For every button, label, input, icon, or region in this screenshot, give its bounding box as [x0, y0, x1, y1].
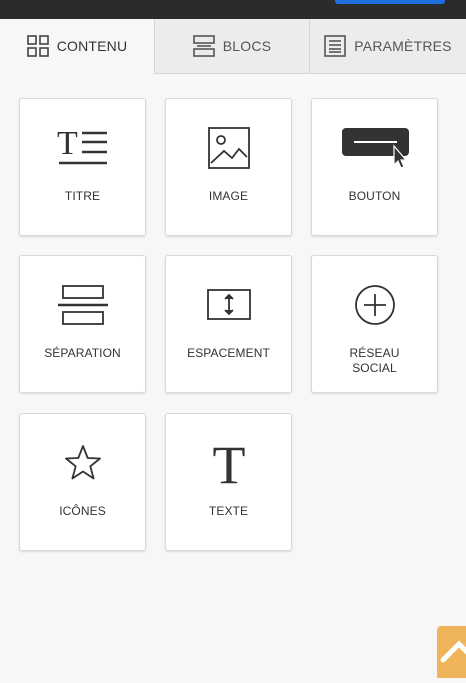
tile-label: RÉSEAU SOCIAL — [349, 346, 400, 375]
tile-espacement[interactable]: ESPACEMENT — [165, 255, 292, 393]
tile-icones[interactable]: ICÔNES — [19, 413, 146, 551]
text-icon: T — [166, 439, 291, 487]
svg-text:T: T — [57, 126, 78, 162]
top-action-button[interactable] — [335, 0, 445, 4]
button-icon — [312, 126, 437, 170]
tab-label: BLOCS — [222, 38, 272, 54]
tile-bouton[interactable]: BOUTON — [311, 98, 438, 236]
social-plus-icon — [312, 283, 437, 327]
tile-separation[interactable]: SÉPARATION — [19, 255, 146, 393]
tile-reseau-social[interactable]: RÉSEAU SOCIAL — [311, 255, 438, 393]
tab-label: PARAMÈTRES — [354, 38, 452, 54]
tile-image[interactable]: IMAGE — [165, 98, 292, 236]
tile-label: ICÔNES — [59, 504, 106, 518]
tab-blocs[interactable]: BLOCS — [155, 19, 310, 74]
tile-label: TITRE — [64, 189, 101, 203]
tile-titre[interactable]: T TITRE — [19, 98, 146, 236]
settings-doc-icon — [324, 35, 347, 57]
tile-label: IMAGE — [208, 189, 249, 203]
tab-contenu[interactable]: CONTENU — [0, 19, 155, 74]
divider-icon — [20, 283, 145, 327]
image-icon — [166, 126, 291, 170]
tab-label: CONTENU — [56, 38, 128, 54]
tile-label: BOUTON — [348, 189, 401, 203]
grid-icon — [26, 35, 49, 57]
tile-label: TEXTE — [208, 504, 249, 518]
chevron-up-icon — [437, 640, 466, 682]
tile-label: SÉPARATION — [44, 346, 121, 360]
tile-texte[interactable]: T TEXTE — [165, 413, 292, 551]
tab-bar: CONTENU BLOCS PARAMÈTRES — [0, 19, 466, 74]
top-bar — [0, 0, 466, 19]
tile-label: ESPACEMENT — [187, 346, 270, 360]
star-icon — [20, 441, 145, 485]
title-icon: T — [20, 126, 145, 170]
spacer-icon — [166, 283, 291, 327]
tab-parametres[interactable]: PARAMÈTRES — [310, 19, 466, 74]
scroll-top-button[interactable] — [437, 626, 466, 678]
svg-text:T: T — [212, 439, 245, 487]
blocks-icon — [192, 35, 215, 57]
